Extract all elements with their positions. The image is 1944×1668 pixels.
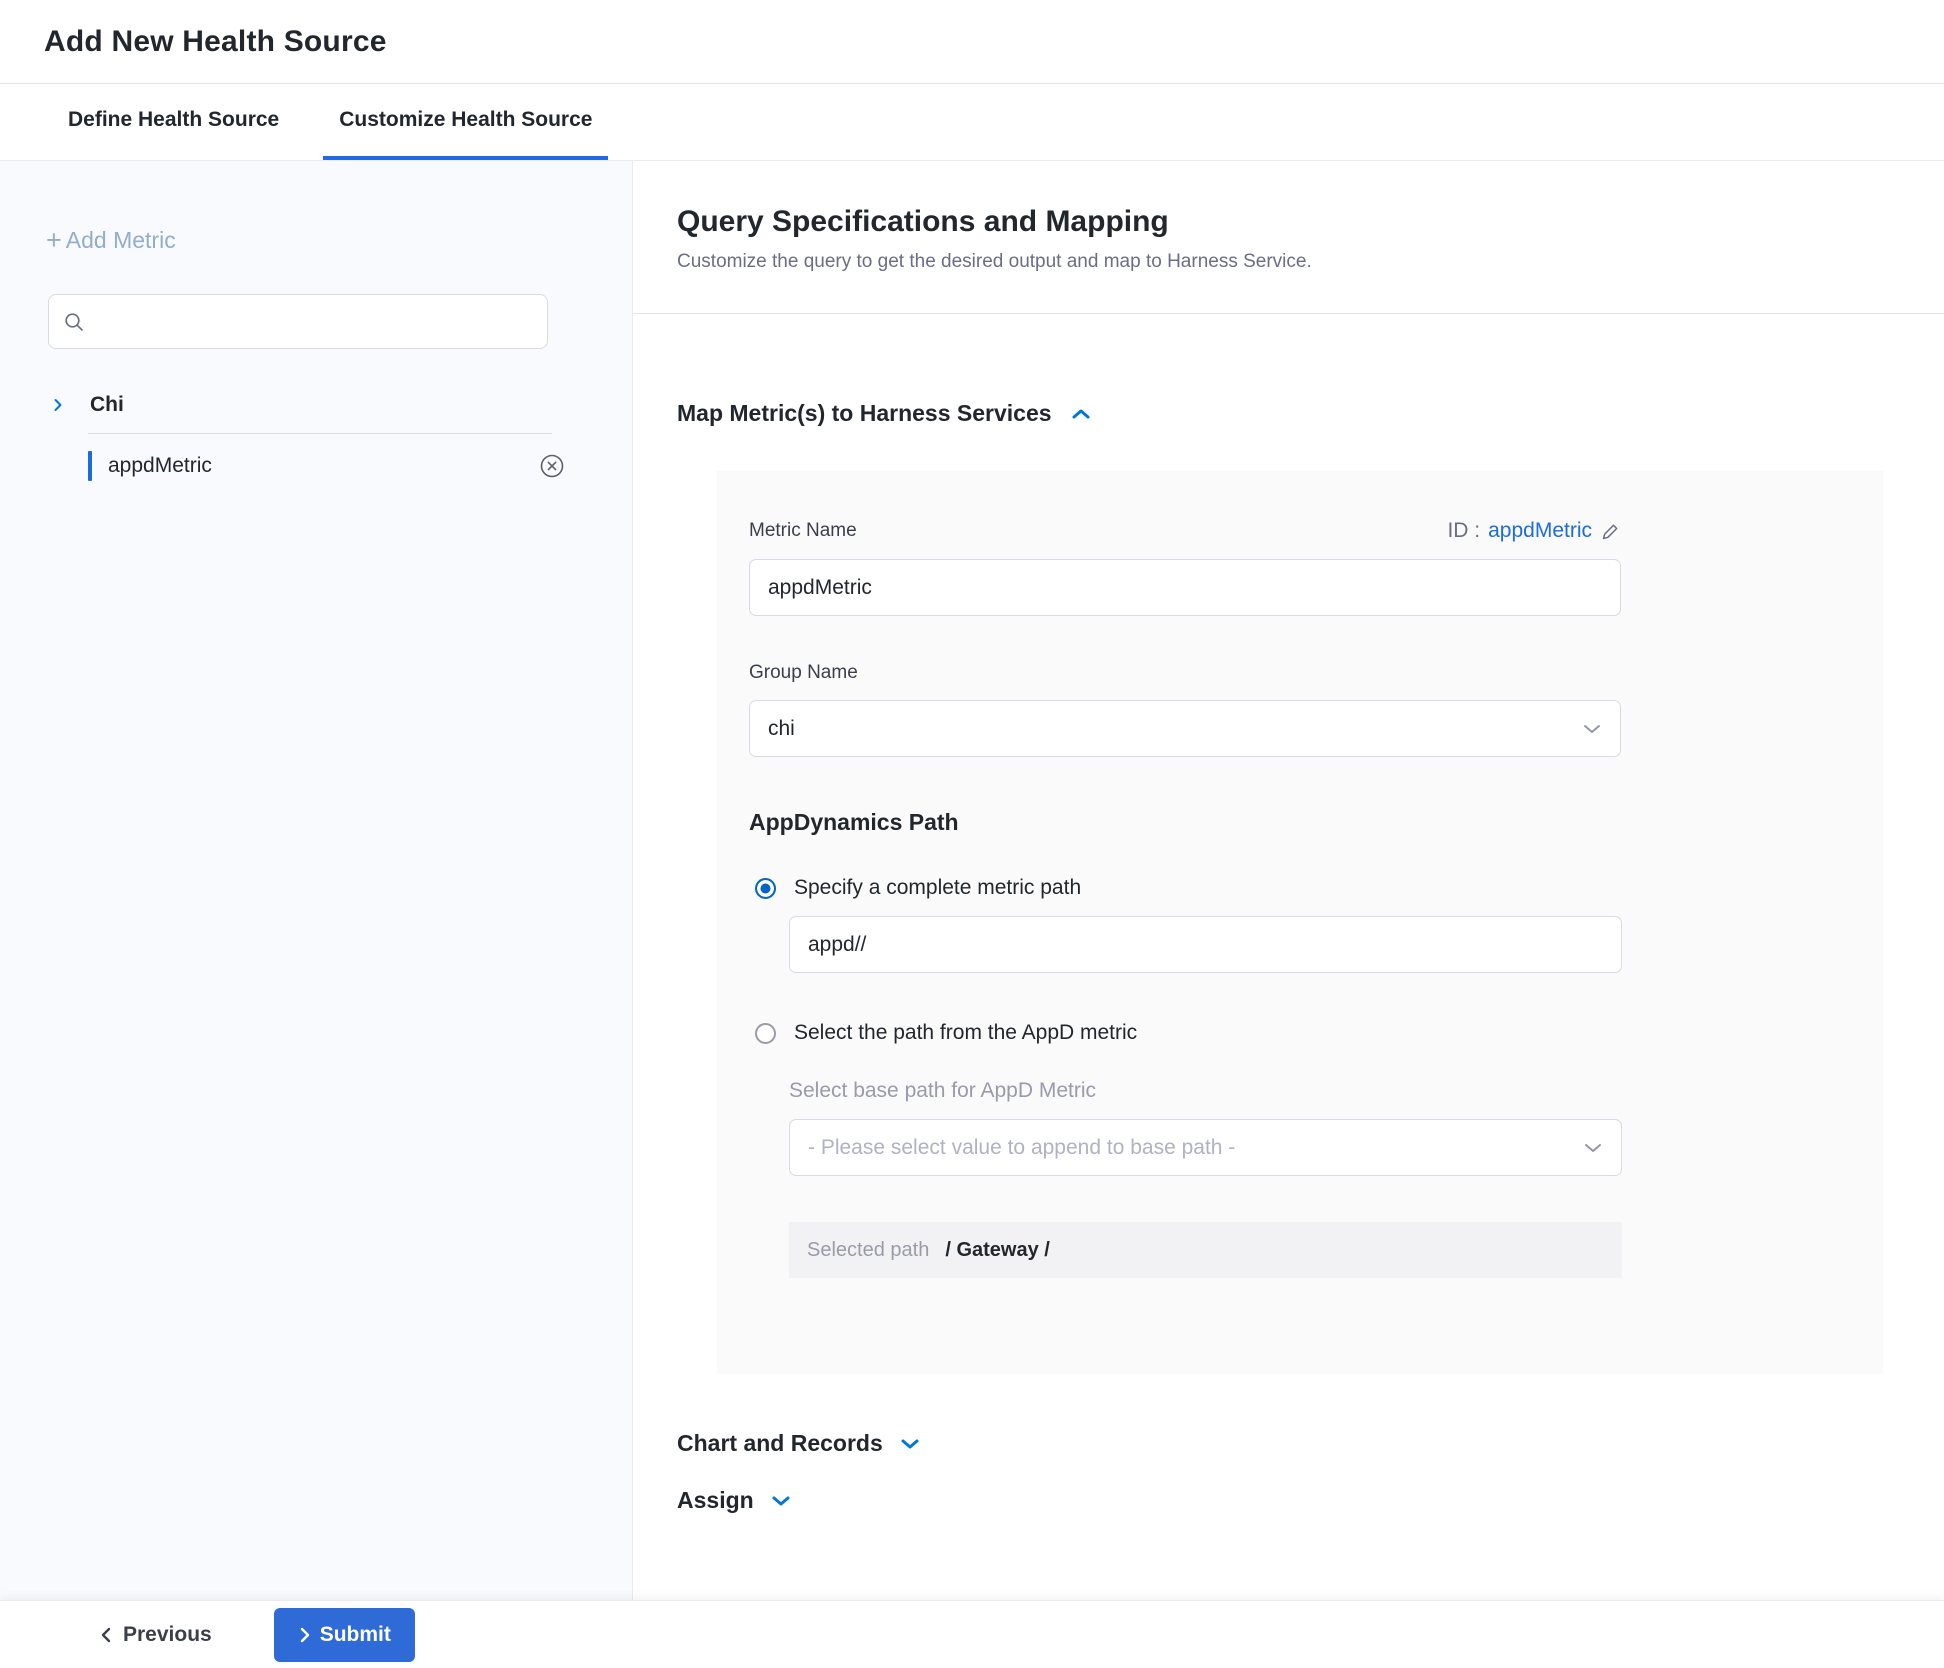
tab-customize-health-source[interactable]: Customize Health Source (323, 84, 608, 160)
submit-button[interactable]: Submit (274, 1608, 415, 1662)
chevron-up-icon[interactable] (1070, 407, 1092, 421)
search-icon (63, 311, 85, 333)
selected-path-row: Selected path / Gateway / (789, 1222, 1622, 1278)
page-title: Add New Health Source (44, 25, 387, 59)
plus-icon: + (46, 227, 62, 254)
health-source-tabs: Define Health Source Customize Health So… (0, 84, 1944, 161)
group-name-value: chi (768, 717, 795, 741)
section-title: Query Specifications and Mapping (677, 205, 1944, 239)
radio-complete-metric-path[interactable]: Specify a complete metric path (749, 876, 1621, 900)
metric-item-label: appdMetric (108, 454, 538, 478)
assign-label: Assign (677, 1487, 754, 1514)
radio-complete-metric-path-label: Specify a complete metric path (794, 876, 1081, 900)
chevron-down-icon[interactable] (899, 1437, 921, 1451)
selected-path-label: Selected path (807, 1239, 929, 1262)
previous-button-label: Previous (123, 1623, 212, 1647)
radio-selected-icon[interactable] (755, 878, 776, 899)
add-metric-button[interactable]: + Add Metric (46, 227, 176, 254)
metric-group-label: Chi (90, 393, 124, 417)
radio-select-appd-path-label: Select the path from the AppD metric (794, 1021, 1137, 1045)
metric-name-input[interactable] (749, 559, 1621, 616)
chart-and-records-label: Chart and Records (677, 1430, 883, 1457)
selected-indicator-bar (88, 451, 92, 481)
delete-metric-icon[interactable] (538, 452, 566, 480)
chevron-left-icon (99, 1626, 113, 1644)
id-prefix-label: ID : (1447, 519, 1480, 543)
metric-id-link[interactable]: appdMetric (1488, 519, 1592, 543)
add-health-source-dialog: Add New Health Source Define Health Sour… (0, 0, 1944, 1668)
base-path-select[interactable]: - Please select value to append to base … (789, 1119, 1622, 1176)
section-subtitle: Customize the query to get the desired o… (677, 251, 1944, 273)
divider (633, 313, 1944, 314)
map-metrics-form: Metric Name ID : appdMetric Gr (717, 471, 1883, 1374)
chevron-right-icon[interactable] (50, 397, 66, 413)
base-path-label: Select base path for AppD Metric (789, 1079, 1621, 1103)
metric-search-input[interactable] (95, 310, 533, 333)
selected-path-value: / Gateway / (945, 1239, 1050, 1262)
add-metric-label: Add Metric (66, 227, 176, 254)
appdynamics-path-title: AppDynamics Path (749, 809, 1621, 836)
tab-define-health-source[interactable]: Define Health Source (52, 84, 295, 160)
chevron-down-icon[interactable] (770, 1494, 792, 1508)
chevron-down-icon (1582, 723, 1602, 735)
metric-name-label: Metric Name (749, 520, 857, 542)
map-metrics-section-title: Map Metric(s) to Harness Services (677, 400, 1052, 427)
chevron-down-icon (1583, 1142, 1603, 1154)
radio-unselected-icon[interactable] (755, 1023, 776, 1044)
base-path-placeholder: - Please select value to append to base … (808, 1136, 1235, 1160)
group-name-select[interactable]: chi (749, 700, 1621, 757)
edit-pencil-icon[interactable] (1600, 521, 1621, 542)
metrics-sidebar: + Add Metric Chi (0, 161, 633, 1600)
radio-select-appd-path[interactable]: Select the path from the AppD metric (749, 1021, 1621, 1045)
metric-search-box[interactable] (48, 294, 548, 349)
metric-item-appdmetric[interactable]: appdMetric (0, 434, 632, 498)
metric-group-chi[interactable]: Chi (0, 393, 632, 417)
metric-id-group: ID : appdMetric (1447, 519, 1621, 543)
complete-metric-path-input[interactable] (789, 916, 1622, 973)
submit-button-label: Submit (320, 1623, 391, 1647)
chevron-right-icon (298, 1626, 312, 1644)
assign-toggle[interactable]: Assign (677, 1487, 1944, 1514)
dialog-body: + Add Metric Chi (0, 161, 1944, 1600)
chart-and-records-toggle[interactable]: Chart and Records (677, 1430, 1944, 1457)
previous-button[interactable]: Previous (99, 1623, 212, 1647)
query-spec-panel: Query Specifications and Mapping Customi… (633, 161, 1944, 1600)
map-metrics-section-toggle[interactable]: Map Metric(s) to Harness Services (677, 400, 1944, 427)
dialog-footer: Previous Submit (0, 1600, 1944, 1668)
group-name-label: Group Name (749, 662, 1621, 684)
dialog-header: Add New Health Source (0, 0, 1944, 84)
